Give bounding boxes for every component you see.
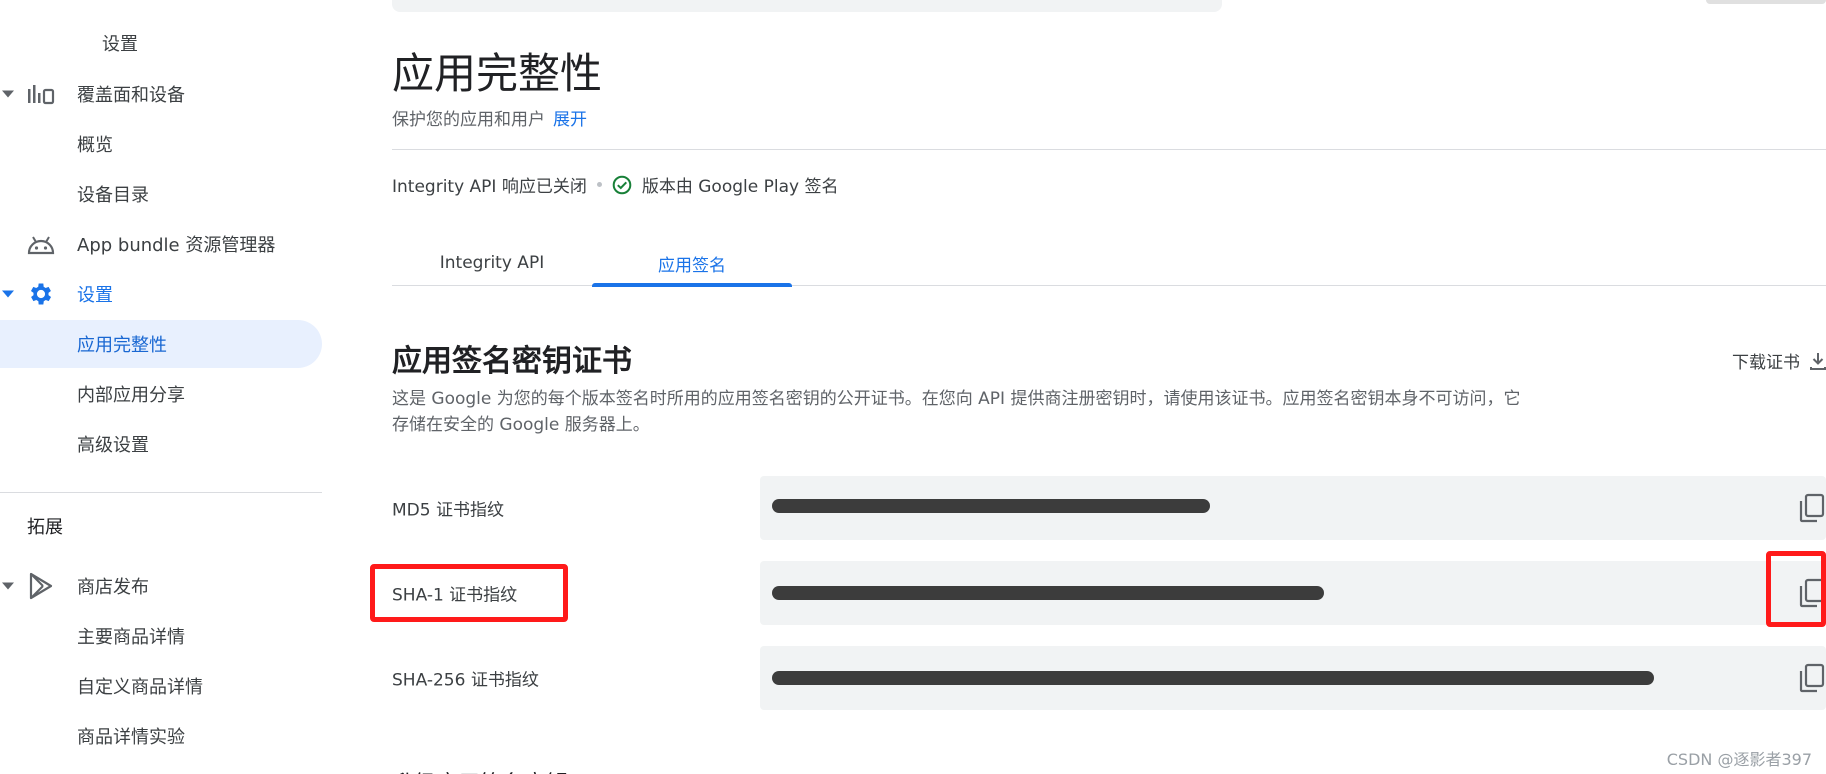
- subtitle-text: 保护您的应用和用户: [392, 110, 545, 130]
- fingerprint-label: MD5 证书指纹: [392, 500, 504, 521]
- main-content: 应用完整性 保护您的应用和用户 展开 Integrity API 响应已关闭 版本…: [370, 0, 1826, 774]
- fingerprint-value-box: [760, 646, 1826, 710]
- signing-status: 版本由 Google Play 签名: [641, 177, 839, 197]
- fingerprint-label: SHA-256 证书指纹: [392, 670, 539, 691]
- sidebar-item-internal-app-sharing[interactable]: 内部应用分享: [0, 370, 322, 418]
- sidebar-item-device-catalog[interactable]: 设备目录: [0, 170, 322, 218]
- page-title: 应用完整性: [392, 49, 603, 98]
- sidebar-item-label: 主要商品详情: [77, 627, 185, 648]
- status-line: Integrity API 响应已关闭 版本由 Google Play 签名: [392, 172, 838, 197]
- tab-integrity-api[interactable]: Integrity API: [392, 240, 592, 286]
- check-circle-icon: [612, 175, 632, 194]
- sidebar-item-settings[interactable]: 设置: [0, 270, 322, 318]
- sidebar-item-label: 覆盖面和设备: [77, 85, 185, 106]
- fingerprint-row-md5: MD5 证书指纹: [392, 476, 1826, 540]
- expand-link[interactable]: 展开: [553, 110, 587, 130]
- android-icon: [26, 229, 56, 259]
- sidebar-item-label: 商店发布: [77, 577, 149, 598]
- sidebar-item-label: 商品详情实验: [77, 727, 185, 748]
- sidebar-divider: [0, 492, 322, 493]
- copy-icon[interactable]: [1798, 663, 1826, 693]
- top-right-control-edge[interactable]: [1706, 0, 1826, 4]
- download-label: 下载证书: [1732, 353, 1800, 373]
- header-divider: [392, 149, 1826, 150]
- fingerprint-row-sha256: SHA-256 证书指纹: [392, 646, 1826, 710]
- sidebar-item-label: 概览: [77, 135, 113, 156]
- copy-icon[interactable]: [1798, 493, 1826, 523]
- tab-app-signing[interactable]: 应用签名: [592, 240, 792, 287]
- sidebar-item-coverage[interactable]: 覆盖面和设备: [0, 70, 322, 118]
- sidebar-section-label: 拓展: [27, 517, 63, 538]
- sidebar-item-store-presence[interactable]: 商店发布: [0, 562, 322, 610]
- redacted-value: [772, 499, 1210, 513]
- sidebar-item-settings-top[interactable]: 设置: [0, 19, 322, 67]
- sidebar-item-custom-store-listing[interactable]: 自定义商品详情: [0, 662, 322, 710]
- sidebar-item-label: 设置: [102, 34, 138, 55]
- search-bar-edge[interactable]: [392, 0, 1222, 12]
- sidebar-item-main-store-listing[interactable]: 主要商品详情: [0, 612, 322, 660]
- highlight-box-sha1-copy: [1766, 551, 1826, 627]
- fingerprint-value-box: [760, 476, 1826, 540]
- chevron-down-icon[interactable]: [2, 290, 14, 298]
- tab-bar: Integrity API 应用签名: [392, 240, 1826, 287]
- sidebar-item-app-integrity[interactable]: 应用完整性: [0, 320, 322, 368]
- sidebar-item-store-listing-experiments[interactable]: 商品详情实验: [0, 712, 322, 760]
- redacted-value: [772, 586, 1324, 600]
- sidebar-item-label: 设备目录: [77, 185, 149, 206]
- download-certificate-button[interactable]: 下载证书: [1732, 348, 1826, 373]
- gear-icon: [26, 279, 56, 309]
- sidebar-item-overview[interactable]: 概览: [0, 120, 322, 168]
- sidebar-item-label: 自定义商品详情: [77, 677, 203, 698]
- chevron-down-icon[interactable]: [2, 90, 14, 98]
- sidebar-item-label: 应用完整性: [77, 335, 167, 356]
- sidebar-item-label: App bundle 资源管理器: [77, 235, 276, 256]
- redacted-value: [772, 671, 1654, 685]
- sidebar-item-app-bundle-explorer[interactable]: App bundle 资源管理器: [0, 220, 322, 268]
- highlight-box-sha1-label: [370, 564, 568, 622]
- sidebar: 设置 覆盖面和设备 概览 设备目录 App bundle 资源管理器 设置 应用…: [0, 0, 322, 774]
- sidebar-item-advanced-settings[interactable]: 高级设置: [0, 420, 322, 468]
- section-description: 这是 Google 为您的每个版本签名时所用的应用签名密钥的公开证书。在您向 A…: [392, 389, 1521, 435]
- sidebar-section-extend: 拓展: [0, 502, 322, 550]
- bar-chart-devices-icon: [26, 79, 56, 109]
- sidebar-item-label: 内部应用分享: [77, 385, 185, 406]
- sidebar-item-label: 设置: [77, 285, 113, 306]
- separator-dot: [596, 182, 602, 187]
- play-store-icon: [26, 571, 56, 601]
- next-section-title: 升级应用签名密钥: [392, 766, 568, 774]
- download-icon: [1810, 352, 1826, 370]
- watermark: CSDN @逐影者397: [1666, 750, 1812, 769]
- sidebar-item-label: 高级设置: [77, 435, 149, 456]
- chevron-down-icon[interactable]: [2, 582, 14, 590]
- fingerprint-row-sha1: SHA-1 证书指纹: [392, 561, 1826, 625]
- section-title: 应用签名密钥证书: [392, 344, 632, 379]
- integrity-status: Integrity API 响应已关闭: [392, 177, 587, 197]
- page-subtitle: 保护您的应用和用户 展开: [392, 105, 587, 130]
- fingerprint-value-box: [760, 561, 1826, 625]
